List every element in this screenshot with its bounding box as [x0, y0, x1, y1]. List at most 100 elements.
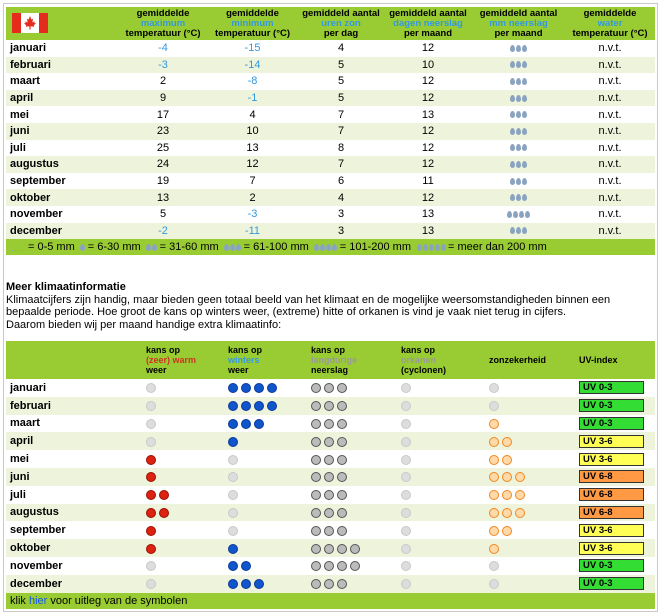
sun-dots-icon	[515, 472, 525, 483]
storm-dots	[401, 524, 489, 537]
rain-dots-icon	[337, 508, 347, 519]
drop-icon	[434, 243, 440, 251]
table-row: juli UV 6-8	[6, 486, 655, 504]
rain-dots-icon	[324, 454, 334, 465]
table-row: maart 2 -8 5 12 n.v.t.	[6, 73, 655, 90]
drop-icon	[513, 210, 518, 218]
empty-circle-icon	[401, 383, 411, 394]
rain-dots-icon	[311, 383, 321, 394]
uv-badge: UV 3-6	[579, 434, 644, 448]
rain-dots-icon	[350, 543, 360, 554]
drop-icon	[516, 127, 521, 135]
cell-winter	[228, 432, 311, 451]
cell-month: juni	[6, 122, 119, 140]
drop-icon	[522, 61, 527, 69]
empty-circle-icon	[401, 579, 411, 590]
sun-dots-icon	[515, 508, 525, 519]
table-row: januari -4 -15 4 12 n.v.t.	[6, 40, 655, 57]
sun-dots-icon	[489, 454, 499, 465]
empty-circle-icon	[401, 525, 411, 536]
cell-rain-mm	[472, 206, 565, 223]
rain-dots-icon	[350, 561, 360, 572]
column-header: gemiddelde water temperatuur (°C)	[565, 7, 655, 40]
cell-winter	[228, 415, 311, 433]
uv-badge: UV 6-8	[579, 470, 644, 484]
cell-min: 7	[249, 175, 256, 188]
sun-dots-icon	[502, 508, 512, 519]
drop-icon	[522, 161, 527, 169]
cell-sun: 7	[337, 108, 345, 121]
cell-min: 12	[207, 156, 298, 173]
storm-dots	[401, 542, 489, 555]
cell-min: -3	[247, 208, 258, 221]
column-header: gemiddeld aantal uren zon per dag	[298, 7, 384, 40]
drop-icon	[510, 177, 515, 185]
drop-icon	[522, 177, 527, 185]
empty-circle-icon	[401, 436, 411, 447]
sun-dots	[489, 488, 579, 501]
cell-storm	[401, 486, 489, 504]
sun-dots	[489, 470, 579, 483]
drop-icon	[522, 194, 527, 202]
table-row: februari UV 0-3	[6, 396, 655, 415]
sun-dots	[489, 399, 579, 412]
cell-rain_days: 13	[421, 208, 435, 221]
drop-icon	[516, 161, 521, 169]
cell-max: 9	[119, 89, 207, 107]
table-row: december -2 -11 3 13 n.v.t.	[6, 222, 655, 240]
cell-rain_days: 13	[421, 108, 435, 121]
rain-dots-icon	[311, 561, 321, 572]
uv-badge: UV 3-6	[579, 541, 644, 555]
drop-icon	[510, 78, 515, 86]
drop-icon	[236, 243, 242, 251]
cell-storm	[401, 415, 489, 433]
drop-icon	[516, 61, 521, 69]
rain-dots	[311, 506, 401, 519]
rain-dots	[311, 488, 401, 501]
winter-dots-icon	[228, 401, 238, 412]
sun-dots	[489, 506, 579, 519]
winter-dots-icon	[254, 401, 264, 412]
drop-icon	[507, 210, 512, 218]
sun-dots	[489, 435, 579, 448]
table-row: september 19 7 6 11 n.v.t.	[6, 173, 655, 190]
drop-icon	[224, 243, 230, 251]
cell-month: juli	[10, 141, 26, 154]
header-line: temperatuur (°C)	[572, 28, 648, 39]
cell-min: 10	[207, 122, 298, 140]
storm-dots	[401, 453, 489, 466]
empty-circle-icon	[146, 401, 156, 412]
cell-rain_days: 12	[384, 122, 472, 140]
drop-icon	[320, 243, 326, 251]
cell-warm	[146, 503, 228, 522]
cell-min: 2	[207, 189, 298, 206]
cell-winter	[228, 557, 311, 575]
rain-dots-icon	[337, 490, 347, 501]
cell-water: n.v.t.	[598, 175, 622, 188]
warm-dots-icon	[146, 508, 156, 519]
cell-storm	[401, 574, 489, 593]
cell-storm	[401, 521, 489, 539]
warm-dots	[146, 524, 228, 537]
column-header: gemiddelde minimum temperatuur (°C)	[207, 7, 298, 40]
sun-dots-icon	[502, 472, 512, 483]
cell-warm	[146, 557, 228, 575]
cell-sun	[489, 396, 579, 415]
empty-circle-icon	[228, 490, 238, 501]
rain-dots	[311, 470, 401, 483]
cell-max: -3	[119, 56, 207, 74]
cell-rain_days: 12	[421, 141, 435, 154]
canada-flag-icon	[12, 13, 48, 33]
warm-dots	[146, 542, 228, 555]
drop-icon	[510, 227, 515, 235]
legend-item: = 6-30 mm	[80, 241, 146, 253]
symbols-help-link[interactable]: hier	[29, 595, 47, 607]
empty-circle-icon	[401, 561, 411, 572]
cell-winter	[228, 379, 311, 397]
drop-icon	[516, 194, 521, 202]
rain-dots-icon	[324, 490, 334, 501]
sun-dots	[489, 417, 579, 430]
table-row: juli 25 13 8 12 n.v.t.	[6, 140, 655, 157]
warm-dots	[146, 381, 228, 394]
cell-month: augustus	[6, 156, 119, 173]
